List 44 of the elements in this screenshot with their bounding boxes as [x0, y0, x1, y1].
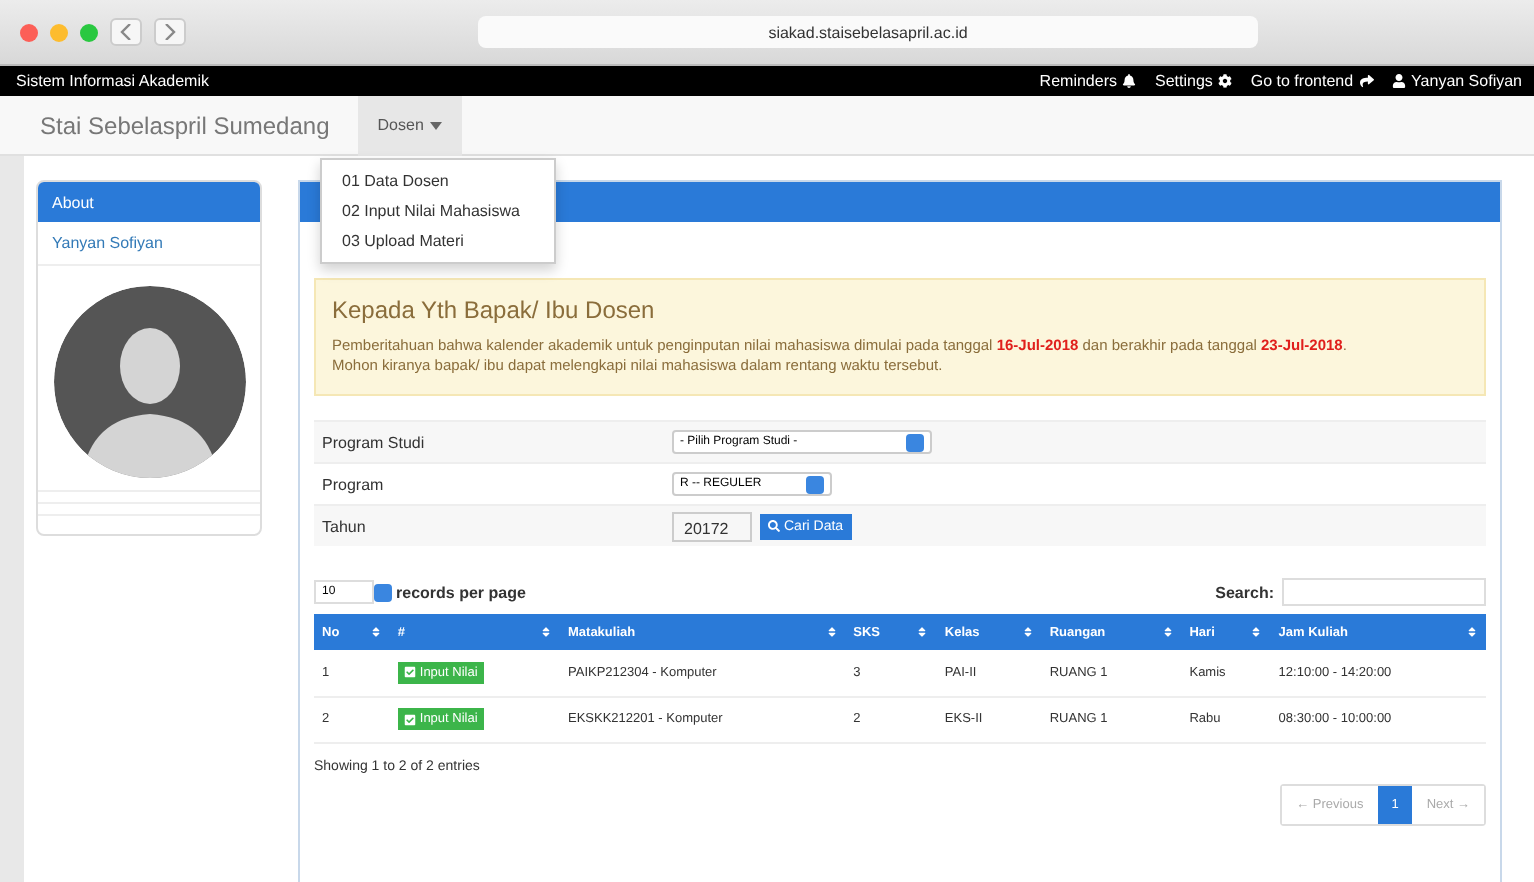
- form-label: Tahun: [322, 517, 368, 535]
- user-link[interactable]: Yanyan Sofiyan: [38, 222, 260, 266]
- sort-icon: [1161, 626, 1174, 638]
- chevron-right-icon: [164, 24, 176, 40]
- checkbox-icon: [403, 713, 416, 725]
- form-label: Program Studi: [322, 433, 427, 451]
- alert-title: Kepada Yth Bapak/ Ibu Dosen: [332, 296, 657, 324]
- address-bar[interactable]: siakad.staisebelasapril.ac.id: [478, 16, 1258, 48]
- app-title: Sistem Informasi Akademik: [16, 72, 209, 90]
- form-label: Program: [322, 475, 386, 493]
- sort-icon: [916, 626, 929, 638]
- menu-item[interactable]: 02 Input Nilai Mahasiswa: [322, 196, 554, 226]
- menu-item[interactable]: 03 Upload Materi: [322, 226, 554, 256]
- settings-icon: [1218, 74, 1233, 88]
- minimize-dot[interactable]: [50, 23, 68, 41]
- avatar-icon: [53, 286, 245, 478]
- forward-button[interactable]: [154, 18, 186, 46]
- sort-icon: [1021, 626, 1034, 638]
- menu-item[interactable]: 01 Data Dosen: [322, 166, 554, 196]
- top-link[interactable]: Go to frontend: [1250, 72, 1374, 90]
- user-icon: [1391, 74, 1406, 88]
- top-link[interactable]: Settings: [1154, 72, 1233, 90]
- top-link[interactable]: Reminders: [1039, 72, 1137, 90]
- input-field[interactable]: 20172: [672, 511, 752, 541]
- brand[interactable]: Stai Sebelaspril Sumedang: [40, 111, 330, 139]
- checkbox-icon: [403, 666, 416, 679]
- search-field[interactable]: [1282, 578, 1486, 606]
- search-icon: [768, 520, 780, 532]
- chevron-left-icon: [120, 24, 132, 40]
- page-size-label: records per page: [396, 583, 526, 601]
- sort-icon: [540, 626, 552, 638]
- panel-heading: About: [38, 182, 260, 222]
- top-link[interactable]: Yanyan Sofiyan: [1391, 72, 1522, 90]
- bell-icon: [1122, 74, 1137, 88]
- back-button[interactable]: [110, 18, 142, 46]
- sort-icon: [1466, 626, 1478, 638]
- sort-icon: [825, 626, 838, 638]
- share-arrow-icon: [1359, 74, 1374, 88]
- zoom-dot[interactable]: [80, 23, 98, 41]
- menu-button[interactable]: Dosen: [357, 95, 462, 155]
- sort-icon: [1250, 626, 1263, 638]
- sort-icon: [369, 626, 382, 638]
- close-dot[interactable]: [20, 23, 38, 41]
- search-label: Search:: [1215, 583, 1274, 601]
